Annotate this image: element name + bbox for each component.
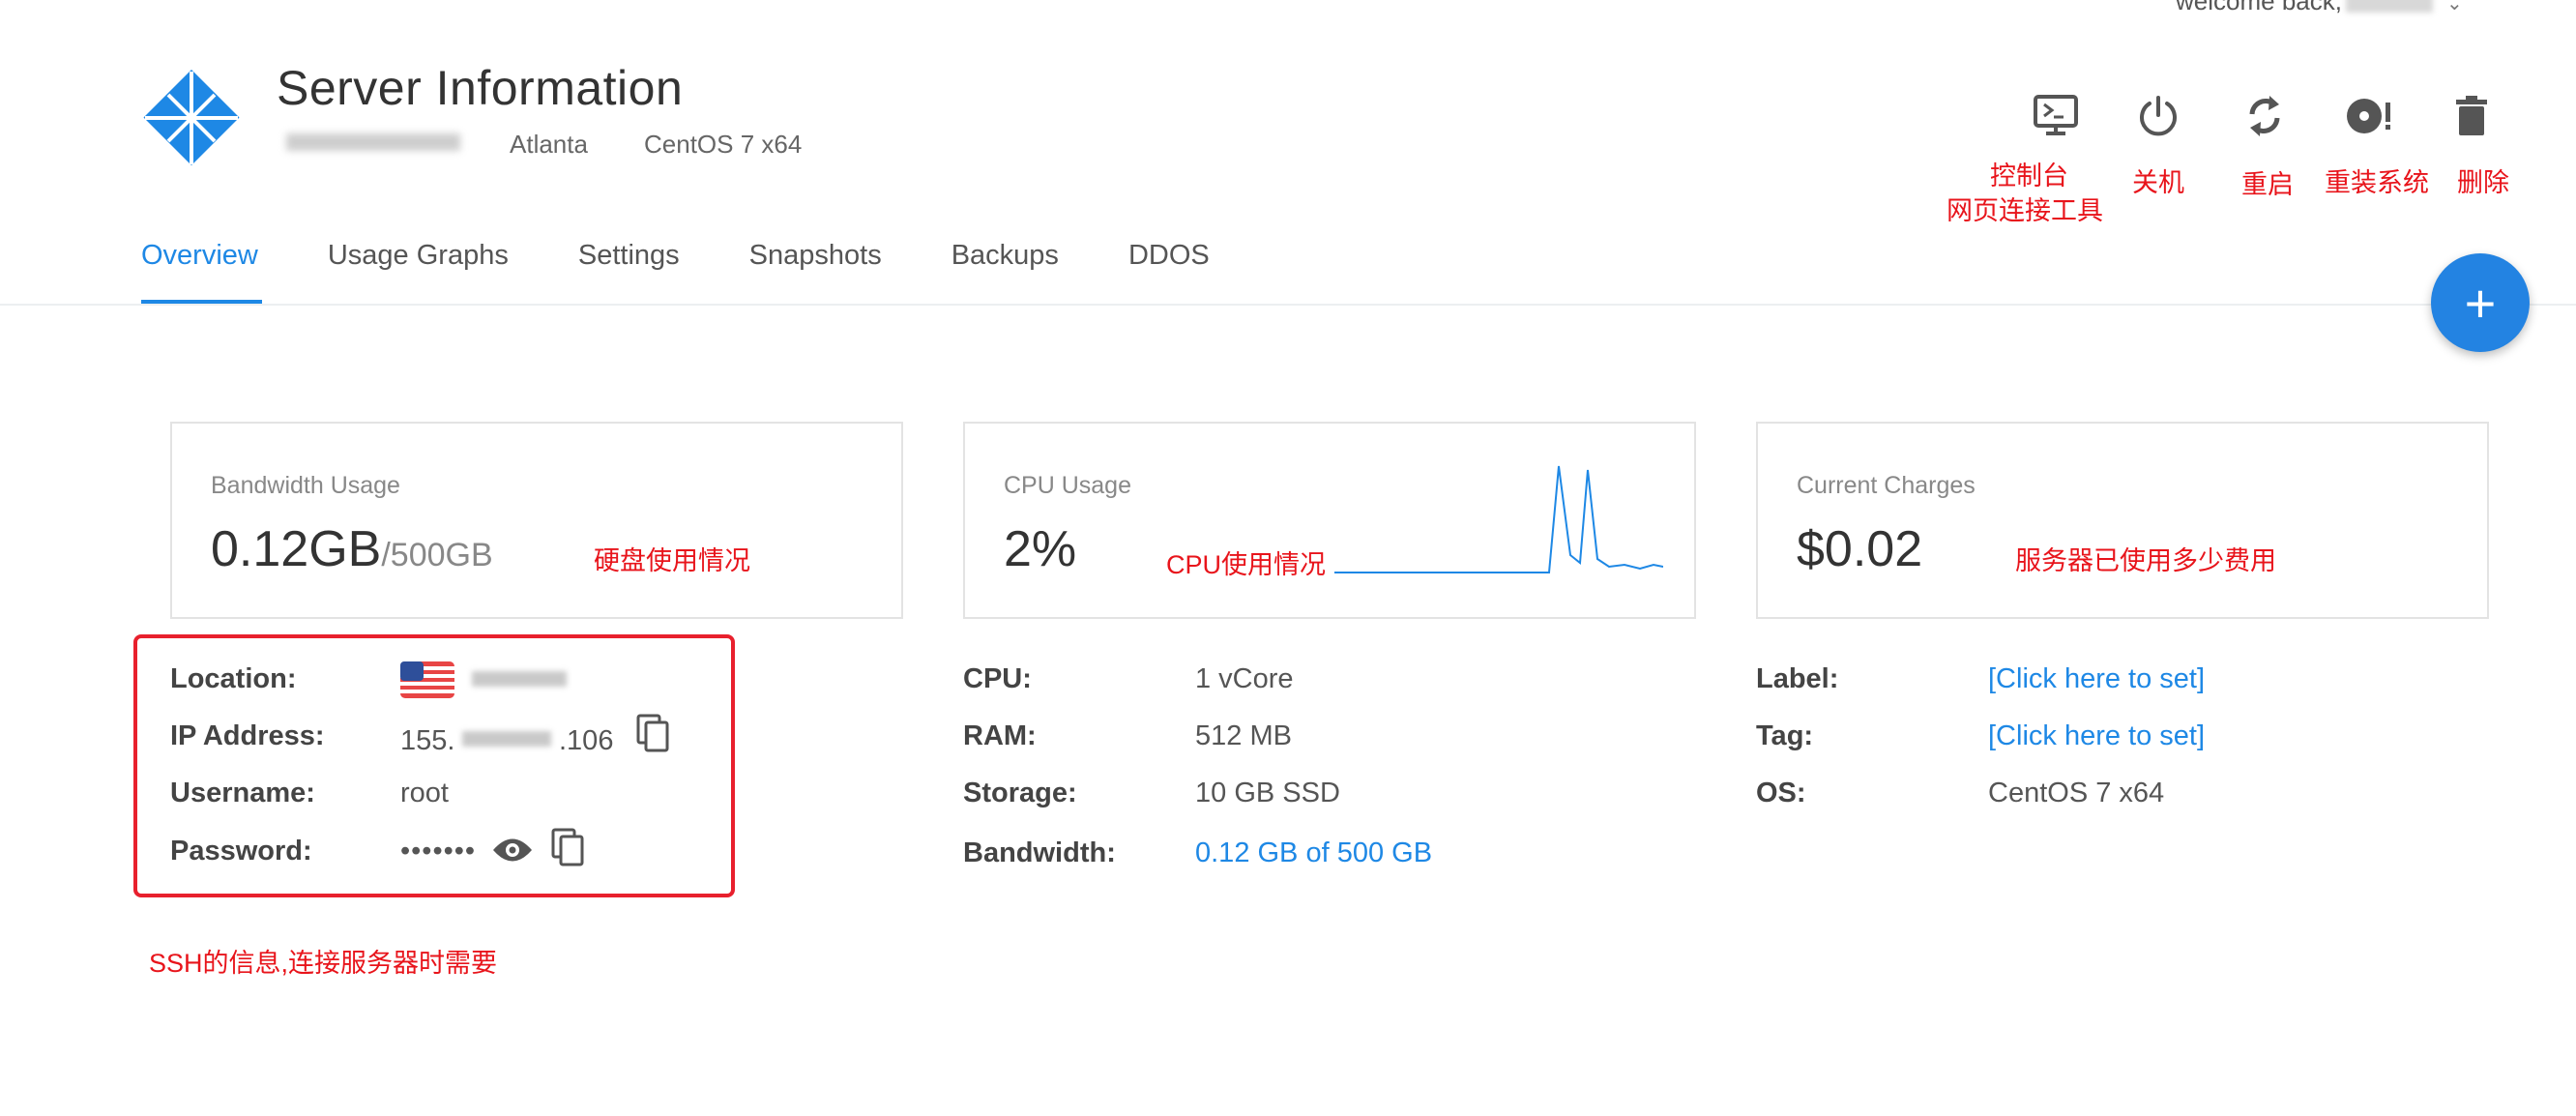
annotation-charges: 服务器已使用多少费用 xyxy=(2015,546,2276,575)
password-row: Password: xyxy=(170,836,312,867)
charges-card: Current Charges $0.02 服务器已使用多少费用 xyxy=(1756,422,2489,619)
bandwidth-card-label: Bandwidth Usage xyxy=(211,472,400,499)
set-tag-link[interactable]: [Click here to set] xyxy=(1988,720,2205,752)
cpu-card: CPU Usage 2% CPU使用情况 xyxy=(963,422,1696,619)
tag-label: Tag: xyxy=(1756,720,1814,751)
annotation-cpu: CPU使用情况 xyxy=(1166,550,1327,579)
vultr-logo xyxy=(139,66,244,170)
tab-bar: Overview Usage Graphs Settings Snapshots… xyxy=(141,240,1279,304)
ram-label: RAM: xyxy=(963,720,1037,751)
page-title: Server Information xyxy=(277,61,684,115)
server-ip-blurred xyxy=(286,133,460,151)
ip-suffix: .106 xyxy=(559,725,614,756)
tab-ddos[interactable]: DDOS xyxy=(1128,240,1210,304)
show-password-icon[interactable] xyxy=(491,836,534,865)
copy-ip-icon[interactable] xyxy=(636,714,669,752)
os-value: CentOS 7 x64 xyxy=(1988,778,2165,808)
storage-label: Storage: xyxy=(963,778,1077,808)
username-label: Username: xyxy=(170,778,315,808)
copy-password-icon[interactable] xyxy=(551,828,584,866)
os-row: OS: xyxy=(1756,778,1806,809)
charges-card-value: $0.02 xyxy=(1797,521,1923,577)
ip-row: IP Address: xyxy=(170,720,325,752)
label-row: Label: xyxy=(1756,663,1838,695)
charges-card-label: Current Charges xyxy=(1797,472,1976,499)
label-label: Label: xyxy=(1756,663,1839,694)
tag-row: Tag: xyxy=(1756,720,1813,752)
storage-row: Storage: xyxy=(963,778,1077,809)
cpu-label: CPU: xyxy=(963,663,1032,694)
cpu-row: CPU: xyxy=(963,663,1032,695)
bandwidth-link[interactable]: 0.12 GB of 500 GB xyxy=(1195,837,1432,869)
annotation-power: 关机 xyxy=(2132,168,2184,197)
power-button[interactable] xyxy=(2127,89,2189,143)
server-os: CentOS 7 x64 xyxy=(644,130,803,159)
tab-backups[interactable]: Backups xyxy=(951,240,1059,304)
server-location: Atlanta xyxy=(510,130,588,159)
tab-snapshots[interactable]: Snapshots xyxy=(749,240,882,304)
location-label: Location: xyxy=(170,663,297,694)
annotation-console-sub: 网页连接工具 xyxy=(1947,196,2103,225)
cpu-card-value: 2% xyxy=(1004,521,1077,577)
trash-icon xyxy=(2456,96,2487,135)
storage-value: 10 GB SSD xyxy=(1195,778,1340,808)
cpu-card-label: CPU Usage xyxy=(1004,472,1131,499)
restart-icon xyxy=(2249,96,2280,136)
tab-settings[interactable]: Settings xyxy=(578,240,680,304)
console-icon xyxy=(2034,95,2078,135)
welcome-text: welcome back, xyxy=(2176,0,2342,15)
power-icon xyxy=(2140,96,2177,136)
chevron-down-icon: ⌄ xyxy=(2445,0,2463,15)
tab-divider xyxy=(0,304,2576,306)
password-mask: ••••••• xyxy=(400,836,477,866)
ram-row: RAM: xyxy=(963,720,1037,752)
cpu-sparkline xyxy=(1334,465,1663,573)
ip-prefix: 155. xyxy=(400,725,455,756)
reinstall-icon xyxy=(2347,99,2390,133)
bandwidth-card: Bandwidth Usage 0.12GB/500GB 硬盘使用情况 xyxy=(170,422,903,619)
username-row: Username: xyxy=(170,778,315,809)
tab-overview[interactable]: Overview xyxy=(141,240,262,304)
bandwidth-card-value: 0.12GB/500GB xyxy=(211,521,493,577)
add-button[interactable]: + xyxy=(2431,253,2530,352)
annotation-restart: 重启 xyxy=(2241,170,2294,199)
set-label-link[interactable]: [Click here to set] xyxy=(1988,663,2205,695)
tab-usage-graphs[interactable]: Usage Graphs xyxy=(328,240,509,304)
username-blurred xyxy=(2345,0,2433,14)
bandwidth-row: Bandwidth: xyxy=(963,837,1116,869)
annotation-bandwidth: 硬盘使用情况 xyxy=(594,546,750,575)
cpu-value: 1 vCore xyxy=(1195,663,1294,694)
annotation-console: 控制台 xyxy=(1990,162,2068,191)
annotation-ssh: SSH的信息,连接服务器时需要 xyxy=(149,949,498,978)
restart-button[interactable] xyxy=(2234,89,2296,143)
ip-blurred xyxy=(462,731,551,747)
annotation-reinstall: 重装系统 xyxy=(2325,168,2429,197)
location-row: Location: xyxy=(170,663,297,695)
bandwidth-label: Bandwidth: xyxy=(963,837,1116,868)
console-button[interactable] xyxy=(2025,89,2087,143)
reinstall-button[interactable] xyxy=(2338,89,2400,143)
os-label: OS: xyxy=(1756,778,1806,808)
location-blurred xyxy=(472,671,567,687)
ram-value: 512 MB xyxy=(1195,720,1292,751)
password-label: Password: xyxy=(170,836,312,866)
ip-label: IP Address: xyxy=(170,720,325,751)
us-flag-icon xyxy=(400,661,454,698)
welcome-menu[interactable]: welcome back, ⌄ xyxy=(2176,0,2463,16)
delete-button[interactable] xyxy=(2441,89,2503,143)
annotation-delete: 删除 xyxy=(2457,168,2509,197)
username-value: root xyxy=(400,778,449,808)
